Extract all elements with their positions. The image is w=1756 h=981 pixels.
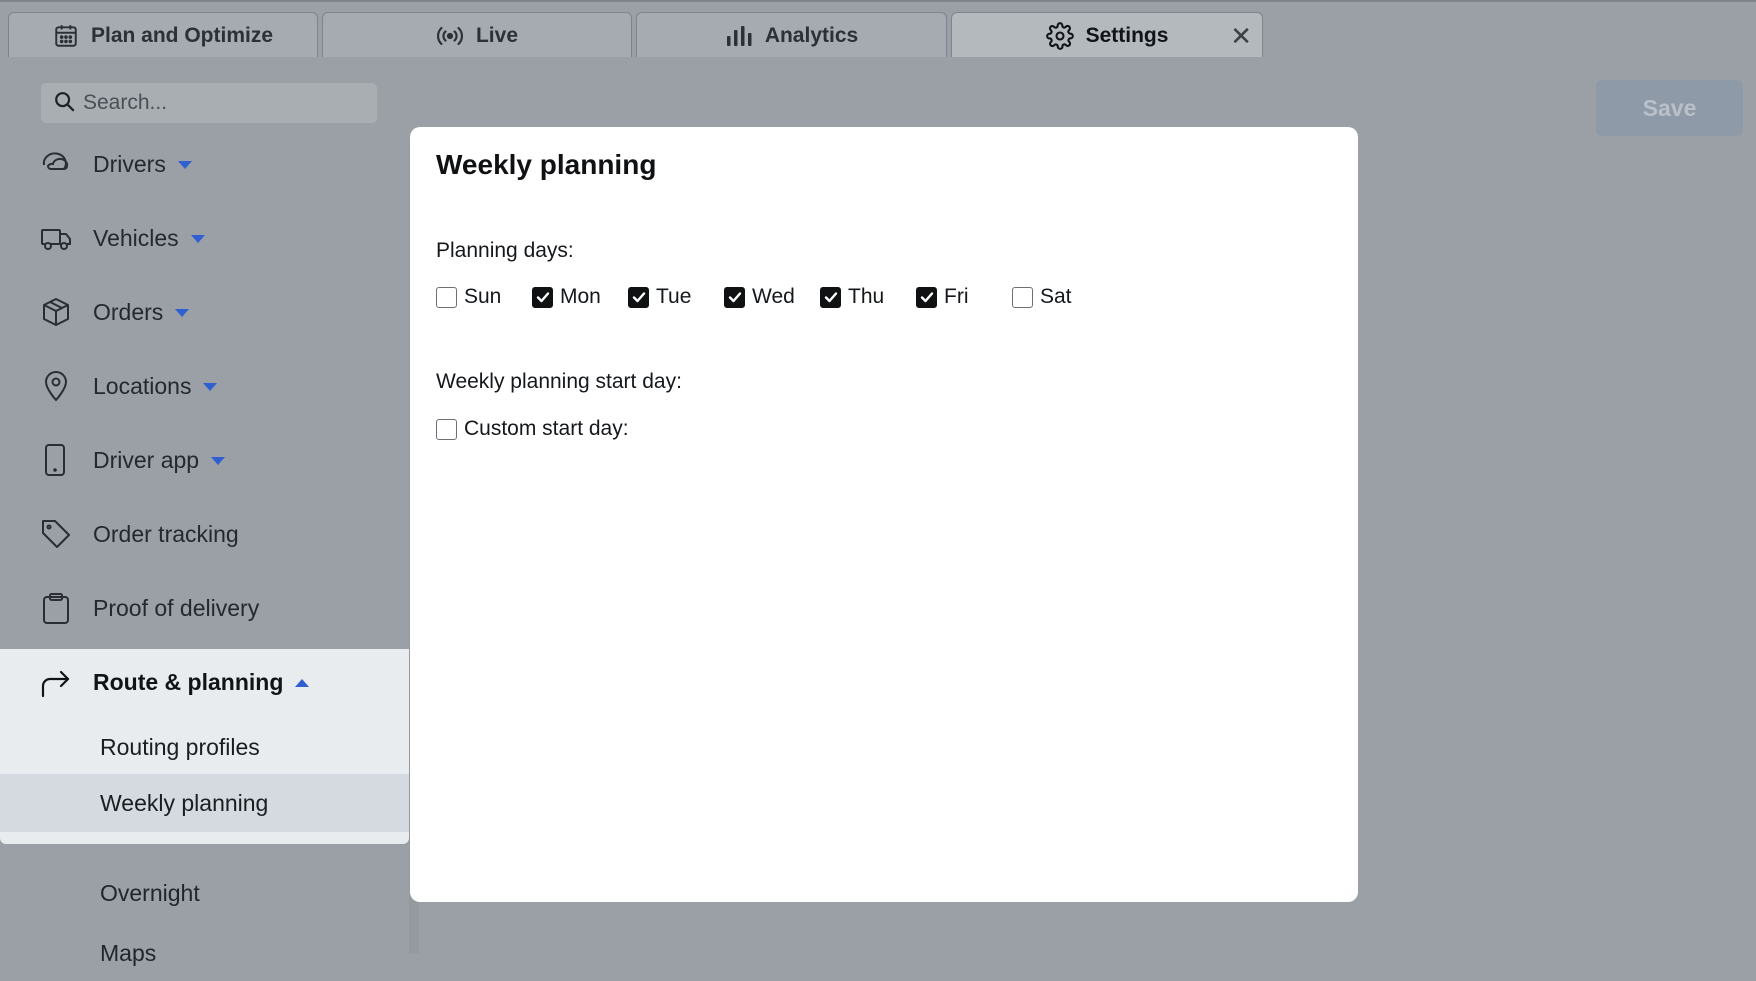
sidebar-item-vehicles[interactable]: Vehicles	[0, 213, 409, 263]
sidebar-item-label: Vehicles	[93, 224, 179, 251]
sidebar: Search... Drivers Vehicles Orders Locati…	[0, 57, 419, 966]
weekly-planning-dialog: Weekly planning Planning days: Sun Mon T…	[410, 127, 1358, 902]
sidebar-item-label: Route & planning	[93, 668, 284, 695]
chevron-down-icon	[175, 309, 190, 318]
day-checkbox-sat[interactable]: Sat	[1012, 285, 1072, 309]
sidebar-item-label: Locations	[93, 372, 192, 399]
start-day-label: Weekly planning start day:	[436, 370, 682, 393]
sidebar-subitem-label: Routing profiles	[100, 733, 260, 760]
sidebar-item-label: Order tracking	[93, 520, 239, 547]
checkbox[interactable]	[532, 286, 553, 308]
planning-days-label: Planning days:	[436, 239, 574, 262]
sidebar-item-label: Proof of delivery	[93, 594, 260, 621]
check-icon	[536, 292, 549, 303]
broadcast-icon	[436, 24, 464, 48]
sidebar-item-label: Orders	[93, 298, 164, 325]
checkbox[interactable]	[916, 286, 937, 308]
tab-label: Settings	[1085, 23, 1169, 47]
checkbox[interactable]	[628, 286, 649, 308]
day-checkbox-wed[interactable]: Wed	[724, 285, 795, 309]
map-pin-icon	[40, 370, 72, 402]
tab-live[interactable]: Live	[322, 12, 632, 58]
day-checkbox-sun[interactable]: Sun	[436, 285, 501, 309]
sidebar-subitem-overnight[interactable]: Overnight	[0, 865, 409, 921]
sidebar-subitem-weekly-planning[interactable]: Weekly planning	[0, 774, 409, 832]
sidebar-item-drivers[interactable]: Drivers	[0, 139, 409, 189]
tab-label: Plan and Optimize	[90, 23, 274, 47]
sidebar-subitem-label: Overnight	[100, 879, 200, 906]
sidebar-item-label: Driver app	[93, 446, 200, 473]
search-placeholder: Search...	[83, 91, 168, 114]
sidebar-item-proof-of-delivery[interactable]: Proof of delivery	[0, 583, 409, 633]
chevron-down-icon	[177, 161, 192, 170]
chevron-down-icon	[190, 235, 205, 244]
day-checkbox-mon[interactable]: Mon	[532, 285, 601, 309]
checkbox[interactable]	[724, 286, 745, 308]
day-label: Wed	[752, 285, 795, 308]
dialog-title: Weekly planning	[436, 149, 657, 180]
sidebar-item-driver-app[interactable]: Driver app	[0, 435, 409, 485]
day-label: Tue	[656, 285, 692, 308]
phone-icon	[40, 444, 72, 476]
sidebar-subitem-label: Maps	[100, 939, 157, 966]
tab-plan-and-optimize[interactable]: Plan and Optimize	[8, 12, 318, 58]
package-icon	[40, 296, 72, 328]
day-label: Sat	[1040, 285, 1072, 308]
search-input[interactable]: Search...	[41, 83, 377, 123]
checkbox[interactable]	[436, 418, 457, 440]
sidebar-item-order-tracking[interactable]: Order tracking	[0, 509, 409, 559]
truck-icon	[40, 222, 72, 254]
check-icon	[632, 292, 645, 303]
day-label: Sun	[464, 285, 502, 308]
checkbox[interactable]	[436, 286, 457, 308]
chevron-down-icon	[211, 457, 226, 466]
check-icon	[824, 292, 837, 303]
check-icon	[728, 292, 741, 303]
sidebar-subitem-maps[interactable]: Maps	[0, 925, 409, 981]
checkbox[interactable]	[820, 286, 841, 308]
day-checkbox-tue[interactable]: Tue	[628, 285, 691, 309]
gear-icon	[1045, 21, 1074, 50]
calendar-icon	[53, 23, 79, 49]
sidebar-subitem-routing-profiles[interactable]: Routing profiles	[0, 720, 409, 774]
day-label: Fri	[944, 285, 969, 308]
route-arrow-icon	[40, 668, 72, 698]
day-checkbox-thu[interactable]: Thu	[820, 285, 884, 309]
tab-settings[interactable]: Settings ✕	[951, 12, 1263, 58]
driver-icon	[40, 148, 72, 180]
tab-label: Analytics	[764, 23, 859, 47]
tab-bar: Plan and Optimize Live Analytics Setting…	[0, 0, 1756, 58]
search-icon	[53, 90, 75, 117]
close-icon[interactable]: ✕	[1230, 23, 1252, 49]
day-label: Thu	[848, 285, 885, 308]
day-checkbox-fri[interactable]: Fri	[916, 285, 969, 309]
tab-label: Live	[475, 23, 519, 47]
sidebar-item-locations[interactable]: Locations	[0, 361, 409, 411]
sidebar-item-route-planning[interactable]: Route & planning	[0, 649, 409, 715]
sidebar-subitem-label: Weekly planning	[100, 789, 269, 816]
chevron-down-icon	[203, 383, 218, 392]
sidebar-item-orders[interactable]: Orders	[0, 287, 409, 337]
tag-icon	[40, 518, 72, 550]
settings-page: Search... Drivers Vehicles Orders Locati…	[0, 57, 1756, 966]
tab-analytics[interactable]: Analytics	[636, 12, 947, 58]
sidebar-item-label: Drivers	[93, 150, 166, 177]
save-button[interactable]: Save	[1596, 80, 1743, 136]
clipboard-icon	[40, 592, 72, 624]
chevron-up-icon	[295, 679, 310, 688]
custom-start-day-label: Custom start day:	[464, 417, 629, 440]
day-label: Mon	[560, 285, 601, 308]
bar-chart-icon	[725, 24, 753, 48]
checkbox[interactable]	[1012, 286, 1033, 308]
custom-start-day-checkbox[interactable]: Custom start day:	[436, 417, 629, 441]
sidebar-group-route-planning: Route & planning Routing profiles Weekly…	[0, 649, 409, 844]
check-icon	[920, 292, 933, 303]
